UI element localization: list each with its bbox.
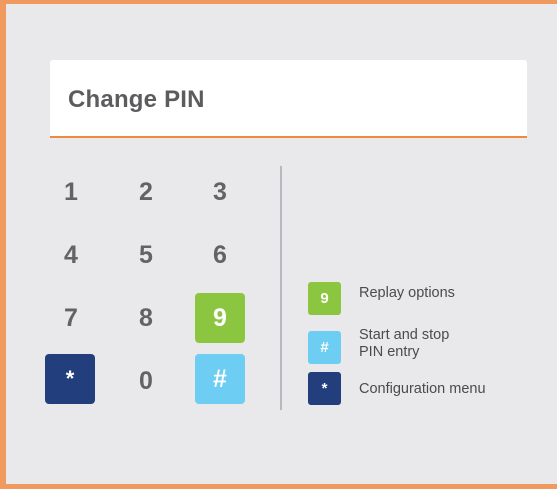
title-card: Change PIN <box>50 60 527 138</box>
key-4[interactable]: 4 <box>46 230 96 280</box>
legend-swatch-hash: # <box>308 331 341 364</box>
key-2[interactable]: 2 <box>121 167 171 217</box>
legend-label-replay: Replay options <box>359 285 455 301</box>
legend-label-pin-entry: Start and stop PIN entry <box>359 327 519 361</box>
page-title: Change PIN <box>68 86 205 113</box>
key-7[interactable]: 7 <box>46 293 96 343</box>
key-9-replay[interactable]: 9 <box>195 293 245 343</box>
key-star-config[interactable]: * <box>45 354 95 404</box>
key-5[interactable]: 5 <box>121 230 171 280</box>
key-3[interactable]: 3 <box>195 167 245 217</box>
key-8[interactable]: 8 <box>121 293 171 343</box>
legend-item-config: * Configuration menu <box>308 372 519 405</box>
key-hash-pin-entry[interactable]: # <box>195 354 245 404</box>
legend-item-replay: 9 Replay options <box>308 282 519 315</box>
legend-swatch-9: 9 <box>308 282 341 315</box>
screen-frame: Change PIN 1 2 3 4 5 6 7 8 9 * 0 # 9 Rep… <box>0 0 557 489</box>
legend-swatch-star: * <box>308 372 341 405</box>
key-0[interactable]: 0 <box>121 356 171 406</box>
legend-label-pin-entry-line1: Start and stop <box>359 327 450 343</box>
key-6[interactable]: 6 <box>195 230 245 280</box>
legend-label-pin-entry-line2: PIN entry <box>359 344 420 360</box>
legend-label-config: Configuration menu <box>359 381 486 397</box>
key-1[interactable]: 1 <box>46 167 96 217</box>
legend-item-pin-entry: # Start and stop PIN entry <box>308 327 519 364</box>
divider <box>280 166 282 410</box>
